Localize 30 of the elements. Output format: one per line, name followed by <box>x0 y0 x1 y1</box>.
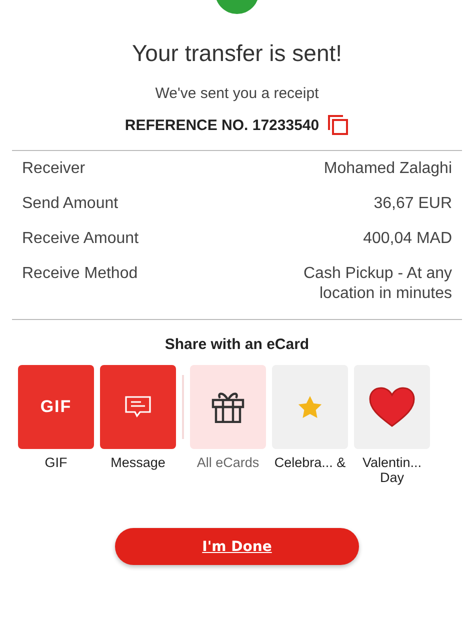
gift-icon <box>211 391 245 423</box>
ecard-label: Valentin... Day <box>361 455 423 485</box>
ecard-label: All eCards <box>196 455 260 470</box>
ecard-label: Message <box>110 455 166 470</box>
ecard-label: GIF <box>44 455 68 470</box>
detail-value: Cash Pickup - At any location in minutes <box>302 264 452 304</box>
done-button[interactable]: I'm Done <box>115 528 359 565</box>
detail-value: 36,67 EUR <box>372 194 452 214</box>
share-heading: Share with an eCard <box>164 336 310 353</box>
detail-label: Receiver <box>22 159 86 179</box>
copy-icon[interactable] <box>327 114 350 136</box>
detail-label: Receive Method <box>22 264 138 284</box>
star-icon <box>297 395 323 419</box>
ecard-label: Celebra... & <box>273 455 347 470</box>
ecard-tile[interactable] <box>100 365 176 449</box>
detail-value: 400,04 MAD <box>362 229 452 249</box>
heart-icon <box>369 387 415 427</box>
success-icon <box>215 0 259 14</box>
page-title: Your transfer is sent! <box>130 40 344 67</box>
reference-number: REFERENCE NO. 17233540 <box>124 116 320 134</box>
detail-label: Send Amount <box>22 194 118 214</box>
ecard-tile[interactable] <box>354 365 430 449</box>
detail-label: Receive Amount <box>22 229 139 249</box>
subtitle: We've sent you a receipt <box>154 85 320 102</box>
message-icon <box>125 396 151 418</box>
ecard-tile[interactable] <box>272 365 348 449</box>
ecard-tile[interactable] <box>190 365 266 449</box>
detail-value: Mohamed Zalaghi <box>322 159 452 179</box>
ecard-tile[interactable]: GIF <box>18 365 94 449</box>
gif-label: GIF <box>40 397 72 417</box>
